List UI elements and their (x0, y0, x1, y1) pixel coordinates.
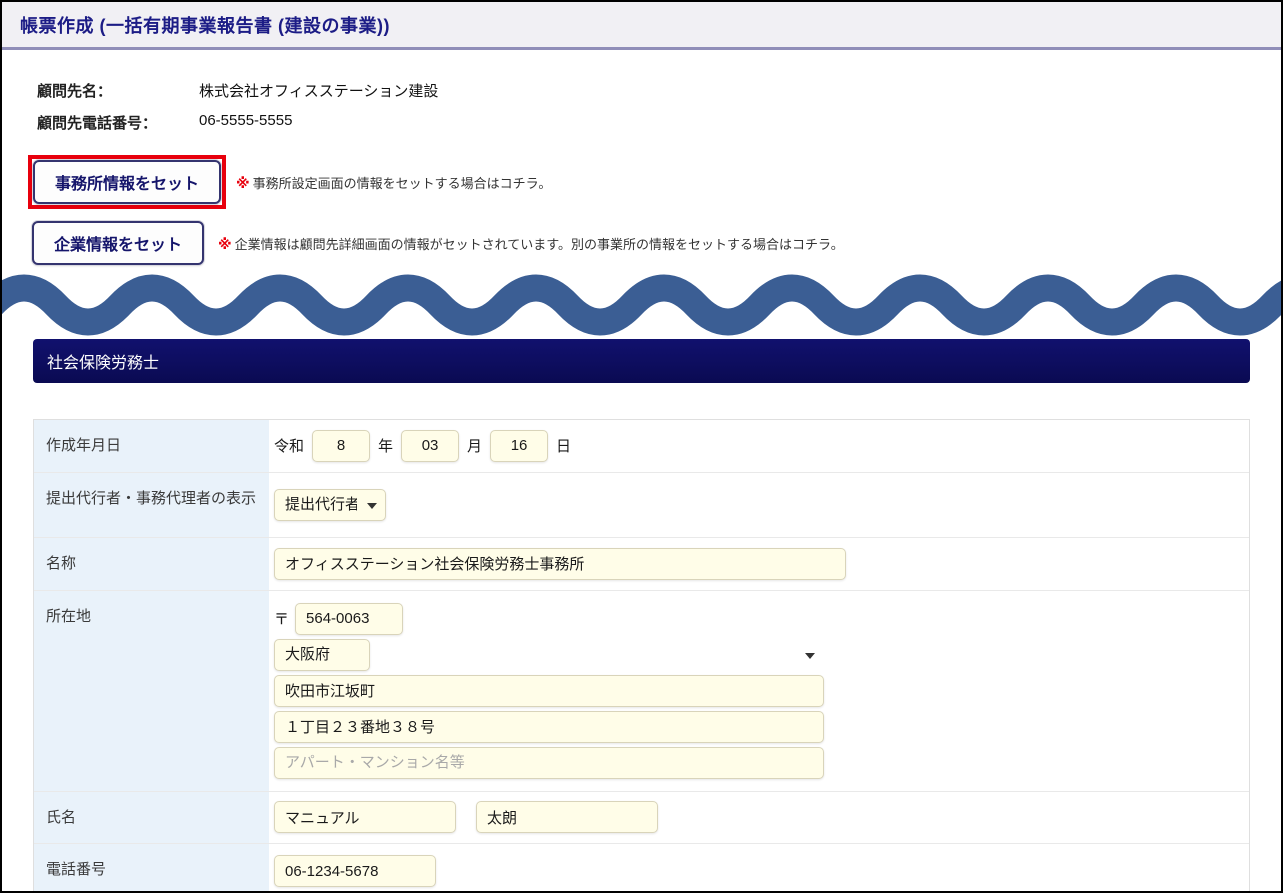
table-row-phone: 電話番号 ※ハイフンありで入力してください。 (34, 844, 1249, 893)
year-unit: 年 (378, 435, 393, 456)
page-header: 帳票作成 (一括有期事業報告書 (建設の事業)) (2, 2, 1281, 50)
client-phone-label: 顧問先電話番号： (37, 112, 199, 133)
day-unit: 日 (556, 435, 571, 456)
prefecture-select-wrap: 大阪府 (274, 639, 824, 671)
postal-mark: 〒 (274, 608, 289, 629)
phone-input[interactable] (274, 855, 436, 887)
table-row-person-name: 氏名 (34, 792, 1249, 845)
company-set-note-text: 企業情報は顧問先詳細画面の情報がセットされています。別の事業所の情報をセットする… (235, 237, 844, 252)
table-row-agent-display: 提出代行者・事務代理者の表示 提出代行者 (34, 473, 1249, 538)
actions: 事務所情報をセット ※事務所設定画面の情報をセットする場合はコチラ。 企業情報を… (28, 155, 1281, 265)
office-set-note: ※事務所設定画面の情報をセットする場合はコチラ。 (236, 173, 551, 192)
table-row-creation-date: 作成年月日 令和 年 月 日 (34, 420, 1249, 473)
year-input[interactable] (312, 430, 370, 462)
office-set-note-text: 事務所設定画面の情報をセットする場合はコチラ。 (253, 176, 552, 191)
wave-divider (2, 277, 1281, 333)
table-row-address: 所在地 〒 大阪府 (34, 591, 1249, 792)
street-input[interactable] (274, 711, 824, 743)
page: 帳票作成 (一括有期事業報告書 (建設の事業)) 顧問先名： 株式会社オフィスス… (0, 0, 1283, 893)
asterisk-mark: ※ (236, 175, 250, 191)
phone-label: 電話番号 (34, 844, 269, 893)
client-info: 顧問先名： 株式会社オフィスステーション建設 顧問先電話番号： 06-5555-… (37, 80, 1281, 133)
client-name-label: 顧問先名： (37, 80, 199, 101)
era-label: 令和 (274, 435, 304, 456)
month-unit: 月 (467, 435, 482, 456)
first-name-input[interactable] (476, 801, 658, 833)
company-set-row: 企業情報をセット ※企業情報は顧問先詳細画面の情報がセットされています。別の事業… (32, 221, 1281, 265)
prefecture-select[interactable]: 大阪府 (274, 639, 370, 671)
office-set-row: 事務所情報をセット ※事務所設定画面の情報をセットする場合はコチラ。 (28, 155, 1281, 209)
form-table: 作成年月日 令和 年 月 日 提出代行者・事務代理者の表示 (33, 419, 1250, 893)
month-input[interactable] (401, 430, 459, 462)
creation-date-label: 作成年月日 (34, 420, 269, 472)
table-row-office-name: 名称 (34, 538, 1249, 591)
section-header: 社会保険労務士 (33, 339, 1250, 383)
day-input[interactable] (490, 430, 548, 462)
agent-display-label: 提出代行者・事務代理者の表示 (34, 473, 269, 537)
section-title: 社会保険労務士 (47, 355, 159, 372)
company-set-note: ※企業情報は顧問先詳細画面の情報がセットされています。別の事業所の情報をセットす… (218, 234, 844, 253)
office-name-label: 名称 (34, 538, 269, 590)
sr-consultant-section: 社会保険労務士 作成年月日 令和 年 月 日 (33, 339, 1250, 893)
person-name-label: 氏名 (34, 792, 269, 844)
client-phone-value: 06-5555-5555 (199, 112, 292, 133)
office-name-input[interactable] (274, 548, 846, 580)
client-name-value: 株式会社オフィスステーション建設 (199, 80, 438, 101)
set-company-info-button[interactable]: 企業情報をセット (32, 221, 204, 265)
building-input[interactable] (274, 747, 824, 779)
last-name-input[interactable] (274, 801, 456, 833)
address-label: 所在地 (34, 591, 269, 791)
asterisk-mark: ※ (218, 236, 232, 252)
city-input[interactable] (274, 675, 824, 707)
set-office-info-button[interactable]: 事務所情報をセット (33, 160, 221, 204)
red-highlight-annotation: 事務所情報をセット (28, 155, 226, 209)
agent-display-select[interactable]: 提出代行者 (274, 489, 386, 521)
page-title: 帳票作成 (一括有期事業報告書 (建設の事業)) (20, 12, 1263, 38)
agent-display-select-wrap: 提出代行者 (274, 489, 386, 521)
client-phone-row: 顧問先電話番号： 06-5555-5555 (37, 112, 1281, 133)
postal-code-input[interactable] (295, 603, 403, 635)
client-name-row: 顧問先名： 株式会社オフィスステーション建設 (37, 80, 1281, 101)
